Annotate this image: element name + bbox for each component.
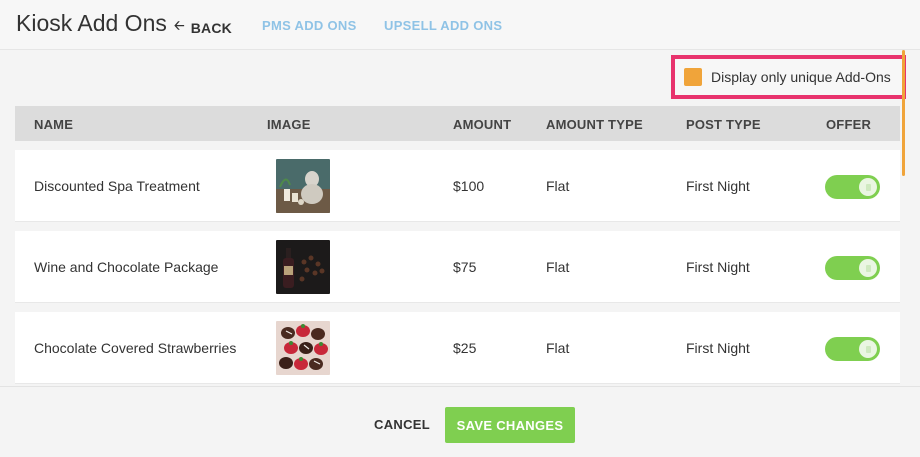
add-on-name: Discounted Spa Treatment <box>34 178 200 194</box>
column-header-name: NAME <box>34 117 74 132</box>
save-changes-button[interactable]: SAVE CHANGES <box>445 407 575 443</box>
column-header-offer: OFFER <box>826 117 872 132</box>
add-on-name: Wine and Chocolate Package <box>34 259 219 275</box>
spa-image <box>276 159 330 213</box>
column-header-amount-type: AMOUNT TYPE <box>546 117 643 132</box>
offer-toggle[interactable] <box>825 175 880 199</box>
unique-add-ons-filter[interactable]: Display only unique Add-Ons <box>671 55 906 99</box>
table-row: Discounted Spa Treatment $100 Flat First… <box>15 150 900 222</box>
offer-toggle[interactable] <box>825 337 880 361</box>
header-bar: Kiosk Add Ons 🡠 BACK PMS ADD ONS UPSELL … <box>0 0 920 50</box>
add-on-amount-type: Flat <box>546 340 570 356</box>
scrollbar[interactable] <box>902 50 905 176</box>
unique-add-ons-label: Display only unique Add-Ons <box>711 69 891 85</box>
add-on-amount: $25 <box>453 340 477 356</box>
offer-toggle[interactable] <box>825 256 880 280</box>
tab-pms-add-ons[interactable]: PMS ADD ONS <box>262 18 357 33</box>
cancel-button[interactable]: CANCEL <box>374 417 430 432</box>
toggle-knob <box>859 340 877 358</box>
column-header-post-type: POST TYPE <box>686 117 761 132</box>
add-on-post-type: First Night <box>686 340 750 356</box>
toggle-knob <box>859 178 877 196</box>
add-on-name: Chocolate Covered Strawberries <box>34 340 237 356</box>
add-on-post-type: First Night <box>686 178 750 194</box>
table-header: NAME IMAGE AMOUNT AMOUNT TYPE POST TYPE … <box>15 106 900 141</box>
page-title: Kiosk Add Ons <box>16 10 167 36</box>
add-on-amount-type: Flat <box>546 178 570 194</box>
add-on-post-type: First Night <box>686 259 750 275</box>
table-row: Chocolate Covered Strawberries $25 Flat … <box>15 312 900 384</box>
table-row: Wine and Chocolate Package $75 Flat Firs… <box>15 231 900 303</box>
add-on-amount: $75 <box>453 259 477 275</box>
unique-add-ons-checkbox[interactable] <box>684 68 702 86</box>
toggle-knob <box>859 259 877 277</box>
wine-image <box>276 240 330 294</box>
tab-upsell-add-ons[interactable]: UPSELL ADD ONS <box>384 18 502 33</box>
add-on-amount: $100 <box>453 178 485 194</box>
column-header-amount: AMOUNT <box>453 117 512 132</box>
back-button[interactable]: 🡠 BACK <box>174 17 232 39</box>
arrow-left-icon: 🡠 <box>174 18 185 33</box>
add-on-amount-type: Flat <box>546 259 570 275</box>
back-label: BACK <box>190 20 232 36</box>
column-header-image: IMAGE <box>267 117 311 132</box>
strawberries-image <box>276 321 330 375</box>
footer-bar: CANCEL SAVE CHANGES <box>0 386 920 457</box>
